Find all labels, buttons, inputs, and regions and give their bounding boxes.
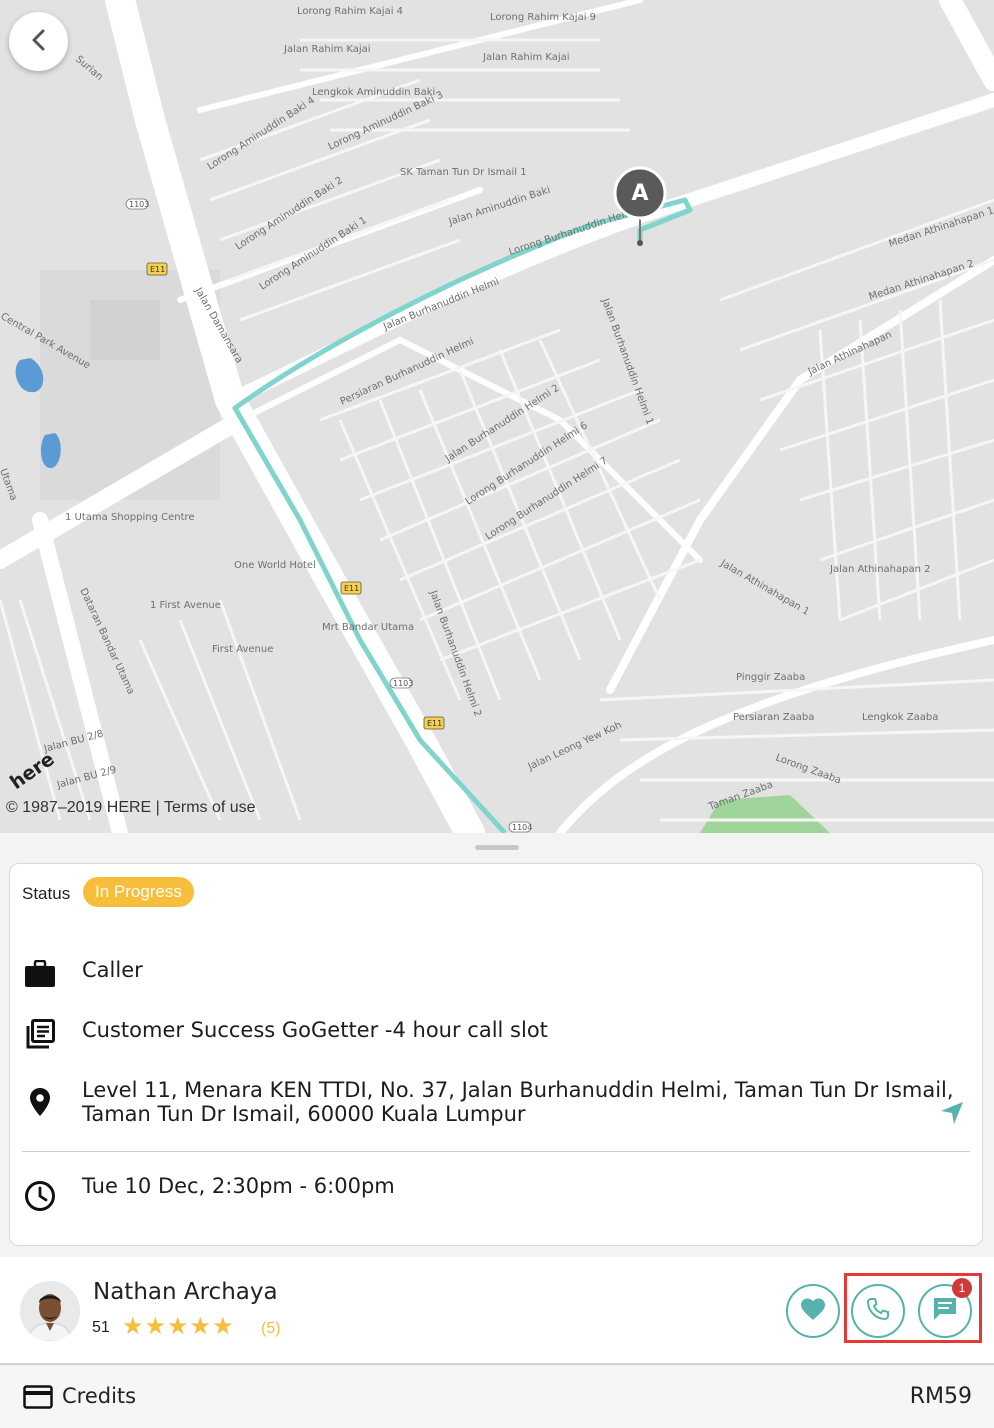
map-view[interactable]: E11 E11 E11 1103 1103 1104 Lorong Rahim …: [0, 0, 994, 833]
svg-text:1103: 1103: [393, 679, 413, 688]
map-street-label: Pinggir Zaaba: [736, 672, 805, 683]
chevron-left-icon: [30, 29, 48, 55]
details-divider: [22, 1151, 970, 1152]
svg-text:E11: E11: [427, 719, 442, 728]
map-canvas: E11 E11 E11 1103 1103 1104 Lorong Rahim …: [0, 0, 994, 833]
map-street-label: Lengkok Aminuddin Baki: [312, 87, 435, 98]
map-street-label: Persiaran Zaaba: [733, 712, 814, 723]
map-street-label: Lorong Rahim Kajai 4: [297, 6, 403, 17]
map-street-label: One World Hotel: [234, 560, 316, 571]
drag-handle[interactable]: [475, 845, 519, 850]
map-street-label: Lengkok Zaaba: [862, 712, 938, 723]
svg-text:1103: 1103: [129, 200, 149, 209]
map-attribution[interactable]: © 1987–2019 HERE | Terms of use: [6, 799, 256, 817]
time-row: Tue 10 Dec, 2:30pm - 6:00pm: [22, 1174, 395, 1212]
credits-label: Credits: [62, 1384, 137, 1408]
agent-name: Nathan Archaya: [93, 1279, 278, 1305]
navigate-button[interactable]: [939, 1100, 965, 1126]
back-button[interactable]: [9, 12, 68, 71]
address-line-2: Taman Tun Dr Ismail, 60000 Kuala Lumpur: [82, 1102, 526, 1126]
service-row: Customer Success GoGetter -4 hour call s…: [22, 1018, 548, 1050]
highlight-box: [844, 1273, 982, 1343]
heart-icon: [800, 1297, 826, 1325]
address-text: Level 11, Menara KEN TTDI, No. 37, Jalan…: [82, 1078, 954, 1126]
address-row: Level 11, Menara KEN TTDI, No. 37, Jalan…: [22, 1078, 954, 1126]
navigation-arrow-icon: [939, 1102, 965, 1130]
location-pin-icon: [22, 1086, 58, 1118]
credit-card-icon: [23, 1385, 53, 1413]
time-text: Tue 10 Dec, 2:30pm - 6:00pm: [82, 1174, 395, 1198]
map-street-label: Jalan Rahim Kajai: [482, 52, 570, 63]
briefcase-icon: [22, 958, 58, 990]
job-type-row: Caller: [22, 958, 143, 990]
rating-count: (5): [261, 1320, 281, 1337]
map-street-label: SK Taman Tun Dr Ismail 1: [400, 167, 527, 178]
svg-text:E11: E11: [344, 584, 359, 593]
job-type-text: Caller: [82, 958, 143, 982]
rating-stars: ★★★★★: [122, 1312, 235, 1340]
agent-jobs-count: 51: [92, 1319, 110, 1336]
avatar[interactable]: [20, 1281, 80, 1341]
clock-icon: [22, 1180, 58, 1212]
map-street-label: First Avenue: [212, 644, 273, 655]
svg-text:1104: 1104: [512, 823, 532, 832]
marker-label: A: [631, 180, 649, 206]
status-badge: In Progress: [83, 877, 194, 907]
credits-bar[interactable]: Credits RM59: [0, 1367, 994, 1428]
credits-value: RM59: [909, 1384, 972, 1409]
address-line-1: Level 11, Menara KEN TTDI, No. 37, Jalan…: [82, 1078, 954, 1102]
map-street-label: 1 Utama Shopping Centre: [65, 512, 195, 523]
map-street-label: 1 First Avenue: [150, 600, 221, 611]
job-details-card: Status In Progress Caller Customer Succe…: [9, 863, 983, 1246]
job-details-sheet: Status In Progress Caller Customer Succe…: [0, 833, 994, 1428]
svg-text:E11: E11: [150, 265, 165, 274]
status-label: Status: [22, 884, 71, 903]
favourite-button[interactable]: [786, 1284, 840, 1338]
map-street-label: Mrt Bandar Utama: [322, 622, 414, 633]
map-street-label: Lorong Rahim Kajai 9: [490, 12, 596, 23]
service-text: Customer Success GoGetter -4 hour call s…: [82, 1018, 548, 1042]
agent-bar: Nathan Archaya 51 ★★★★★ (5) 1: [0, 1257, 994, 1365]
map-street-label: Jalan Athinahapan 2: [829, 564, 931, 575]
library-books-icon: [22, 1018, 58, 1050]
map-street-label: Jalan Rahim Kajai: [283, 44, 371, 55]
destination-marker[interactable]: A: [615, 168, 665, 218]
